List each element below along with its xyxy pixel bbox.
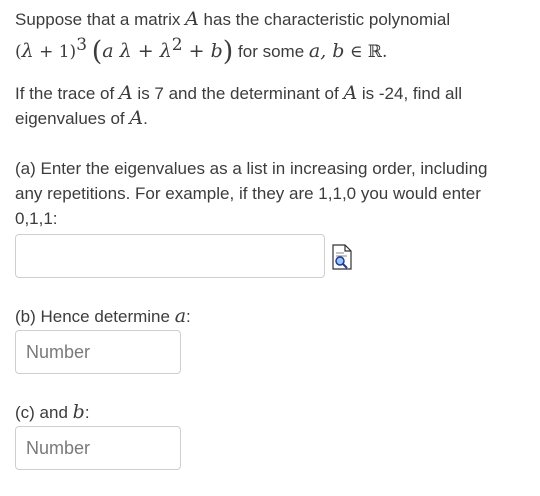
eigenvalues-text: eigenvalues of A.: [15, 107, 148, 129]
trace-determinant-text: If the trace of A is 7 and the determina…: [15, 82, 463, 104]
eigenvalues-input[interactable]: [15, 234, 325, 278]
b-number-input[interactable]: [15, 426, 181, 470]
question-intro: Suppose that a matrix A has the characte…: [15, 8, 451, 30]
magnifier-preview-icon-graphic: [332, 244, 352, 270]
part-c-label: (c) and b:: [15, 401, 90, 423]
characteristic-polynomial: (λ + 1)3 (a λ + λ2 + b) for some a, b ∈ …: [15, 35, 388, 67]
part-b-label: (b) Hence determine a:: [15, 305, 191, 327]
a-number-input[interactable]: [15, 330, 181, 374]
part-a-instructions-3: 0,1,1:: [15, 209, 58, 228]
part-a-instructions-1: (a) Enter the eigenvalues as a list in i…: [15, 159, 488, 178]
magnifier-preview-icon[interactable]: [331, 244, 353, 270]
part-a-instructions-2: any repetitions. For example, if they ar…: [15, 184, 481, 203]
